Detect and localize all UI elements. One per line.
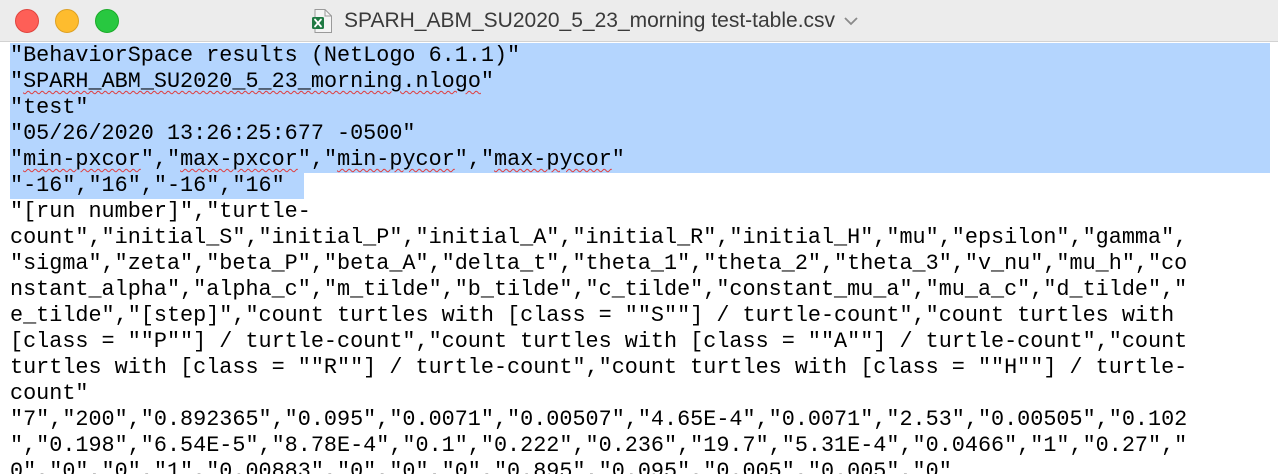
zoom-window-button[interactable]: [95, 9, 119, 33]
misspelled-word: min-pycor: [337, 147, 455, 172]
document-line: "-16","16","-16","16": [10, 173, 285, 198]
document-line: turtles with [class = ""R""] / turtle-co…: [10, 355, 1188, 380]
document-line: count": [10, 381, 89, 406]
document-line: [class = ""P""] / turtle-count","count t…: [10, 329, 1188, 354]
document-line: "7","200","0.892365","0.095","0.0071","0…: [10, 407, 1188, 432]
document-line: nstant_alpha","alpha_c","m_tilde","b_til…: [10, 277, 1188, 302]
document-line: "[run number]","turtle-: [10, 199, 311, 224]
document-line: "sigma","zeta","beta_P","beta_A","delta_…: [10, 251, 1188, 276]
misspelled-word: SPARH_ABM_SU2020_5_23_morning.nlogo: [23, 69, 481, 94]
close-window-button[interactable]: [15, 9, 39, 33]
text-editor-area[interactable]: "BehaviorSpace results (NetLogo 6.1.1)" …: [0, 43, 1278, 474]
misspelled-word: max-pxcor: [180, 147, 298, 172]
document-line: ","0.198","6.54E-5","8.78E-4","0.1","0.2…: [10, 433, 1188, 458]
document-title-menu[interactable]: SPARH_ABM_SU2020_5_23_morning test-table…: [312, 0, 859, 42]
misspelled-word: max-pycor: [494, 147, 612, 172]
document-line: "min-pxcor","max-pxcor","min-pycor","max…: [10, 147, 625, 172]
document-line: "test": [10, 95, 89, 120]
document-title: SPARH_ABM_SU2020_5_23_morning test-table…: [344, 9, 836, 32]
excel-csv-document-icon: [312, 9, 332, 33]
misspelled-word: min-pxcor: [23, 147, 141, 172]
window-titlebar: SPARH_ABM_SU2020_5_23_morning test-table…: [0, 0, 1278, 42]
chevron-down-icon: [844, 17, 858, 26]
document-line: "05/26/2020 13:26:25:677 -0500": [10, 121, 416, 146]
document-line: "SPARH_ABM_SU2020_5_23_morning.nlogo": [10, 69, 494, 94]
document-line: e_tilde","[step]","count turtles with [c…: [10, 303, 1175, 328]
document-line: count","initial_S","initial_P","initial_…: [10, 225, 1188, 250]
minimize-window-button[interactable]: [55, 9, 79, 33]
document-line: 0","0","0","1","0.00883","0","0","0","0.…: [10, 459, 952, 474]
document-line: "BehaviorSpace results (NetLogo 6.1.1)": [10, 43, 521, 68]
